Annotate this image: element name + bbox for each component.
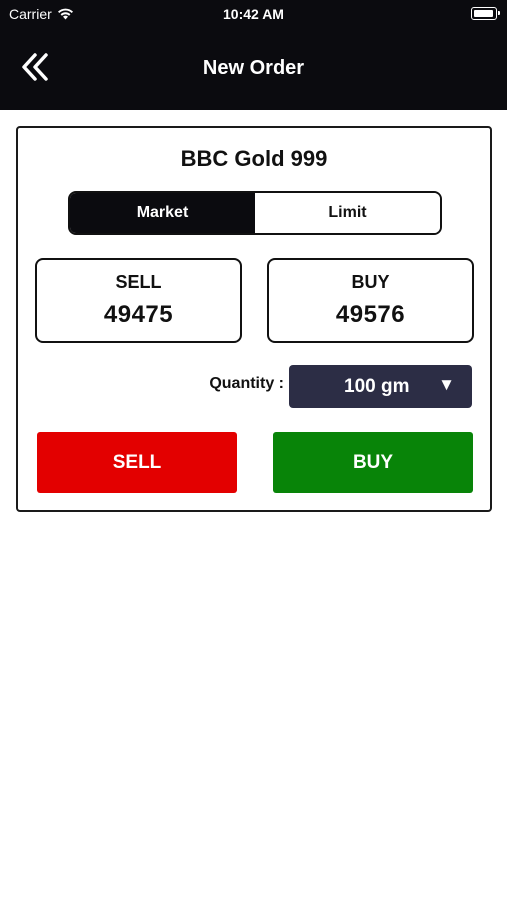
sell-price-value: 49475 <box>103 301 174 328</box>
sell-price-label: SELL <box>115 272 162 292</box>
buy-button[interactable]: BUY <box>273 432 473 493</box>
page-title: New Order <box>202 57 305 79</box>
quantity-label: Quantity : <box>209 375 284 392</box>
battery-icon <box>471 7 500 20</box>
navigation-bar: New Order <box>0 28 507 110</box>
instrument-name: BBC Gold 999 <box>180 146 328 171</box>
sell-button[interactable]: SELL <box>37 432 237 493</box>
sell-price-box: SELL 49475 <box>35 258 242 343</box>
buy-price-box: BUY 49576 <box>267 258 474 343</box>
status-time: 10:42 AM <box>223 6 284 22</box>
dropdown-arrow-icon: ▼ <box>438 375 455 394</box>
status-bar: Carrier 10:42 AM <box>0 0 507 28</box>
order-type-market[interactable]: Market <box>70 193 255 233</box>
quantity-dropdown[interactable]: 100 gm ▼ <box>289 365 472 408</box>
quantity-value: 100 gm <box>344 376 410 397</box>
order-type-toggle: Market Limit <box>68 191 442 235</box>
order-card: BBC Gold 999 Market Limit SELL 49475 BUY… <box>16 126 492 512</box>
buy-price-value: 49576 <box>335 301 406 328</box>
order-type-limit[interactable]: Limit <box>255 193 440 233</box>
buy-price-label: BUY <box>351 272 390 292</box>
